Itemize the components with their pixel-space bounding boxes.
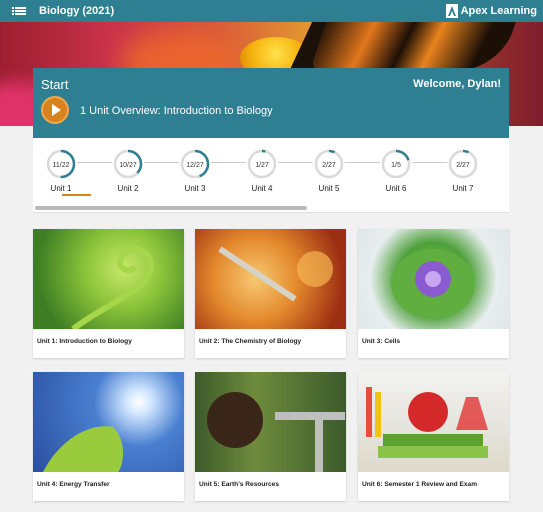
unit-tab-6[interactable]: 1/5 Unit 6 <box>373 149 419 193</box>
apple-books-image <box>358 372 509 472</box>
unit-card-caption: Unit 5: Earth's Resources <box>199 481 279 488</box>
progress-ring: 2/27 <box>314 149 344 179</box>
unit-card-caption: Unit 6: Semester 1 Review and Exam <box>362 481 478 488</box>
start-panel: Start Welcome, Dylan! 1 Unit Overview: I… <box>33 68 509 138</box>
butterfly-image <box>310 22 516 70</box>
unit-card-caption: Unit 3: Cells <box>362 338 401 345</box>
brand-name: Apex Learning <box>460 5 537 17</box>
progress-ring: 1/5 <box>381 149 411 179</box>
apex-logo-icon <box>445 4 458 18</box>
water-tap-image <box>195 372 346 472</box>
sun-leaf-image <box>33 372 184 472</box>
progress-count: 11/22 <box>53 162 70 169</box>
progress-ring: 1/27 <box>247 149 277 179</box>
unit-tab-label: Unit 6 <box>385 184 407 193</box>
progress-count: 2/27 <box>322 162 336 169</box>
cell-image <box>358 229 509 329</box>
progress-count: 10/27 <box>119 162 137 169</box>
unit-tab-3[interactable]: 12/27 Unit 3 <box>172 149 218 193</box>
progress-count: 1/27 <box>255 162 269 169</box>
unit-progress-strip: 11/22 Unit 1 10/27 Unit 2 12/27 Unit 3 1/27 Uni… <box>33 138 509 213</box>
horizontal-scrollbar[interactable] <box>35 206 307 210</box>
unit-tab-label: Unit 5 <box>318 184 340 193</box>
unit-card-caption: Unit 4: Energy Transfer <box>37 481 110 488</box>
welcome-message: Welcome, Dylan! <box>413 78 501 90</box>
progress-ring: 11/22 <box>46 149 76 179</box>
play-icon <box>52 104 61 116</box>
progress-ring: 10/27 <box>113 149 143 179</box>
unit-card-2[interactable]: Unit 2: The Chemistry of Biology <box>195 229 346 358</box>
progress-count: 1/5 <box>391 162 401 169</box>
unit-tab-4[interactable]: 1/27 Unit 4 <box>239 149 285 193</box>
course-title: Biology (2021) <box>39 5 115 17</box>
top-bar: Biology (2021) Apex Learning <box>0 0 543 22</box>
unit-card-5[interactable]: Unit 5: Earth's Resources <box>195 372 346 501</box>
unit-tab-label: Unit 1 <box>50 184 72 193</box>
brand: Apex Learning <box>445 4 537 18</box>
unit-card-6[interactable]: Unit 6: Semester 1 Review and Exam <box>358 372 509 501</box>
unit-card-3[interactable]: Unit 3: Cells <box>358 229 509 358</box>
progress-ring: 12/27 <box>180 149 210 179</box>
progress-count: 2/27 <box>456 162 470 169</box>
unit-tab-label: Unit 3 <box>184 184 206 193</box>
progress-count: 12/27 <box>186 162 204 169</box>
active-unit-indicator <box>62 194 91 196</box>
play-button[interactable] <box>41 96 69 124</box>
unit-tab-2[interactable]: 10/27 Unit 2 <box>105 149 151 193</box>
chemistry-image <box>195 229 346 329</box>
unit-tab-label: Unit 4 <box>251 184 273 193</box>
unit-tab-7[interactable]: 2/27 Unit 7 <box>440 149 486 193</box>
unit-tab-label: Unit 2 <box>117 184 139 193</box>
current-lesson-link[interactable]: 1 Unit Overview: Introduction to Biology <box>80 105 273 117</box>
unit-tab-5[interactable]: 2/27 Unit 5 <box>306 149 352 193</box>
start-label: Start <box>41 77 69 92</box>
unit-card-caption: Unit 1: Introduction to Biology <box>37 338 132 345</box>
unit-card-4[interactable]: Unit 4: Energy Transfer <box>33 372 184 501</box>
unit-card-1[interactable]: Unit 1: Introduction to Biology <box>33 229 184 358</box>
unit-card-caption: Unit 2: The Chemistry of Biology <box>199 338 302 345</box>
progress-ring: 2/27 <box>448 149 478 179</box>
fern-image <box>33 229 184 329</box>
unit-tab-label: Unit 7 <box>452 184 474 193</box>
unit-tab-1[interactable]: 11/22 Unit 1 <box>38 149 84 193</box>
menu-icon[interactable] <box>12 7 26 15</box>
